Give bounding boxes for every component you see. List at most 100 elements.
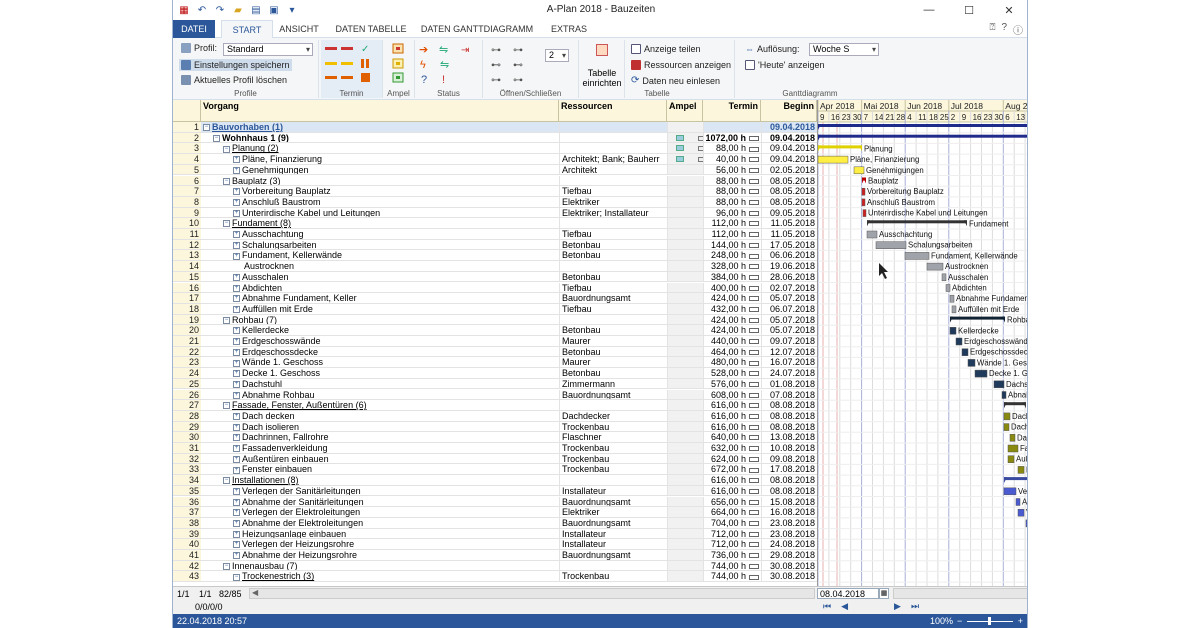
hscroll-left-icon[interactable]: ◀ xyxy=(252,588,258,597)
gantt-task-bar[interactable] xyxy=(1007,455,1015,463)
gantt-task-bar[interactable] xyxy=(967,359,976,367)
minimize-button[interactable]: — xyxy=(909,0,949,20)
gantt-hscroll[interactable] xyxy=(893,588,1027,599)
collapse-icon[interactable]: − xyxy=(223,402,230,410)
table-row[interactable]: 43− Trockenestrich (3) Trockenbau 744,00 h3… xyxy=(173,571,817,583)
table-row[interactable]: 13 + Fundament, Kellerwände Betonbau 248,00 … xyxy=(173,250,817,262)
table-row[interactable]: 12 + Schalungsarbeiten Betonbau 144,00 h 17.0… xyxy=(173,239,817,251)
maximize-button[interactable]: ☐ xyxy=(949,0,989,20)
task-name[interactable]: + Unterirdische Kabel und Leitungen xyxy=(201,208,559,217)
gantt-summary-bar[interactable] xyxy=(818,134,1028,138)
expand-icon[interactable]: + xyxy=(233,241,240,249)
gantt-canvas[interactable]: Apr 2018 Mai 2018 Jun 2018 Jul 2018 Aug 2018… xyxy=(818,100,1028,586)
task-name[interactable]: + Abdichten xyxy=(201,283,559,292)
save-settings-button[interactable]: Einstellungen speichern xyxy=(179,59,292,71)
table-row[interactable]: 15 + Ausschalen Betonbau 384,00 h 28.06.2018 xyxy=(173,271,817,283)
table-row[interactable]: 17 + Abnahme Fundament, Keller Bauordnungsa… xyxy=(173,293,817,304)
expand-icon[interactable]: + xyxy=(233,380,240,388)
collapse-icon[interactable]: − xyxy=(203,124,210,132)
gantt-task-bar[interactable] xyxy=(955,337,963,346)
collapse-icon[interactable]: − xyxy=(223,145,230,153)
task-name[interactable]: − Innenausbau (7) xyxy=(201,561,559,570)
expand-icon[interactable]: + xyxy=(233,370,240,378)
tab-daten-ganttdiagramm[interactable]: DATEN GANTTDIAGRAMM xyxy=(417,20,537,38)
zoom-out-icon[interactable]: − xyxy=(957,614,962,628)
expand-icon[interactable]: + xyxy=(233,284,240,292)
table-row[interactable]: 29 + Dach isolieren Trockenbau 616,00 h 08.08… xyxy=(173,421,817,433)
nav-last-icon[interactable]: ⏭ xyxy=(911,601,919,612)
table-row[interactable]: 7 + Vorbereitung Bauplatz Tiefbau 88,00 h 08.… xyxy=(173,186,817,197)
table-row[interactable]: 16 + Abdichten Tiefbau 400,00 h 02.07.2018 xyxy=(173,282,817,294)
table-row[interactable]: 39 + Heizungsanlage einbauen Installateur 71… xyxy=(173,528,817,540)
collapse-icon[interactable]: − xyxy=(233,573,240,581)
gantt-summary-bar[interactable] xyxy=(867,220,967,224)
delete-profile-button[interactable]: Aktuelles Profil löschen xyxy=(181,75,287,85)
gantt-summary-bar[interactable] xyxy=(818,145,862,149)
table-row[interactable]: 20 + Kellerdecke Betonbau 424,00 h 05.07.2018 xyxy=(173,325,817,336)
tab-ansicht[interactable]: ANSICHT xyxy=(273,20,325,38)
collapse-icon[interactable]: − xyxy=(223,316,230,324)
task-name[interactable]: + Abnahme der Sanitärleitungen xyxy=(201,497,559,506)
table-row[interactable]: 24 + Decke 1. Geschoss Betonbau 528,00 h 24.0… xyxy=(173,368,817,379)
table-row[interactable]: 27− Fassade, Fenster, Außentüren (6) 616,0… xyxy=(173,400,817,411)
header-ressourcen[interactable]: Ressourcen xyxy=(559,100,667,122)
task-name[interactable]: + Pläne, Finanzierung xyxy=(201,154,559,164)
header-termin[interactable]: Termin xyxy=(703,100,761,122)
gantt-task-bar[interactable] xyxy=(853,166,865,175)
gantt-task-bar[interactable] xyxy=(949,327,957,335)
task-name[interactable]: + Erdgeschosswände xyxy=(201,336,559,346)
task-name[interactable]: + Fundament, Kellerwände xyxy=(201,250,559,260)
open-level-select[interactable]: 2 xyxy=(545,49,569,62)
table-row[interactable]: 30 + Dachrinnen, Fallrohre Flaschner 640,00 … xyxy=(173,432,817,443)
gantt-task-bar[interactable] xyxy=(875,241,907,249)
task-name[interactable]: + Fenster einbauen xyxy=(201,464,559,474)
expand-icon[interactable]: + xyxy=(233,445,240,453)
profile-select[interactable]: Standard xyxy=(223,43,313,56)
gantt-date-field[interactable]: 08.04.2018 xyxy=(817,588,879,599)
task-name[interactable]: − Trockenestrich (3) xyxy=(201,571,559,581)
expand-icon[interactable]: + xyxy=(233,359,240,367)
table-row[interactable]: 34− Installationen (8) 616,00 h 08.08.2018 xyxy=(173,475,817,486)
expand-icon[interactable]: + xyxy=(233,541,240,549)
gantt-task-bar[interactable] xyxy=(904,252,930,260)
table-hscroll[interactable]: ◀ xyxy=(249,588,815,599)
expand-icon[interactable]: + xyxy=(233,166,240,174)
expand-icon[interactable]: + xyxy=(233,231,240,239)
collapse-icon[interactable]: − xyxy=(223,177,230,185)
task-name[interactable]: + Anschluß Baustrom xyxy=(201,197,559,207)
show-today-button[interactable]: 'Heute' anzeigen xyxy=(745,60,825,70)
table-row[interactable]: 22 + Erdgeschossdecke Betonbau 464,00 h 12.07… xyxy=(173,346,817,358)
task-name[interactable]: − Bauvorhaben (1) xyxy=(201,122,559,132)
task-name[interactable]: − Bauplatz (3) xyxy=(201,176,559,185)
gantt-summary-bar[interactable] xyxy=(1004,402,1026,406)
task-name[interactable]: + Dach decken xyxy=(201,411,559,421)
gantt-summary-bar[interactable] xyxy=(1004,477,1028,481)
ampel-icons[interactable] xyxy=(383,40,415,86)
gantt-task-bar[interactable] xyxy=(974,369,988,378)
expand-icon[interactable]: + xyxy=(233,306,240,314)
table-row[interactable]: 2− Wohnhaus 1 (9) 1072,00 h 09.04.2018 xyxy=(173,132,817,144)
tree-icons[interactable]: ⊶ ⊶ ⊷ ⊷ ⊶ ⊶ xyxy=(483,40,543,86)
gantt-task-bar[interactable] xyxy=(1025,519,1028,528)
task-name[interactable]: + Vorbereitung Bauplatz xyxy=(201,186,559,196)
header-vorgang[interactable]: Vorgang xyxy=(201,100,559,122)
task-name[interactable]: + Dach isolieren xyxy=(201,422,559,431)
expand-icon[interactable]: + xyxy=(233,391,240,399)
gantt-task-bar[interactable] xyxy=(1003,423,1010,431)
expand-icon[interactable]: + xyxy=(233,327,240,335)
task-name[interactable]: + Schalungsarbeiten xyxy=(201,240,559,249)
zoom-in-icon[interactable]: + xyxy=(1018,614,1023,628)
expand-icon[interactable]: + xyxy=(233,413,240,421)
table-row[interactable]: 41 + Abnahme der Heizungsrohre Bauordnungsa… xyxy=(173,550,817,561)
expand-icon[interactable]: + xyxy=(233,552,240,560)
task-name[interactable]: − Planung (2) xyxy=(201,143,559,153)
table-row[interactable]: 31 + Fassadenverkleidung Trockenbau 632,00 h… xyxy=(173,443,817,454)
gantt-task-bar[interactable] xyxy=(1003,487,1017,496)
termin-icons[interactable]: ✓ xyxy=(321,40,383,86)
gantt-task-bar[interactable] xyxy=(941,273,947,282)
table-row[interactable]: 5 + Genehmigungen Architekt 56,00 h 02.05.201… xyxy=(173,164,817,176)
nav-prev-icon[interactable]: ◀ xyxy=(841,601,848,612)
gantt-task-bar[interactable] xyxy=(1001,391,1007,399)
collapse-icon[interactable]: − xyxy=(223,220,230,228)
gantt-task-bar[interactable] xyxy=(961,348,969,356)
